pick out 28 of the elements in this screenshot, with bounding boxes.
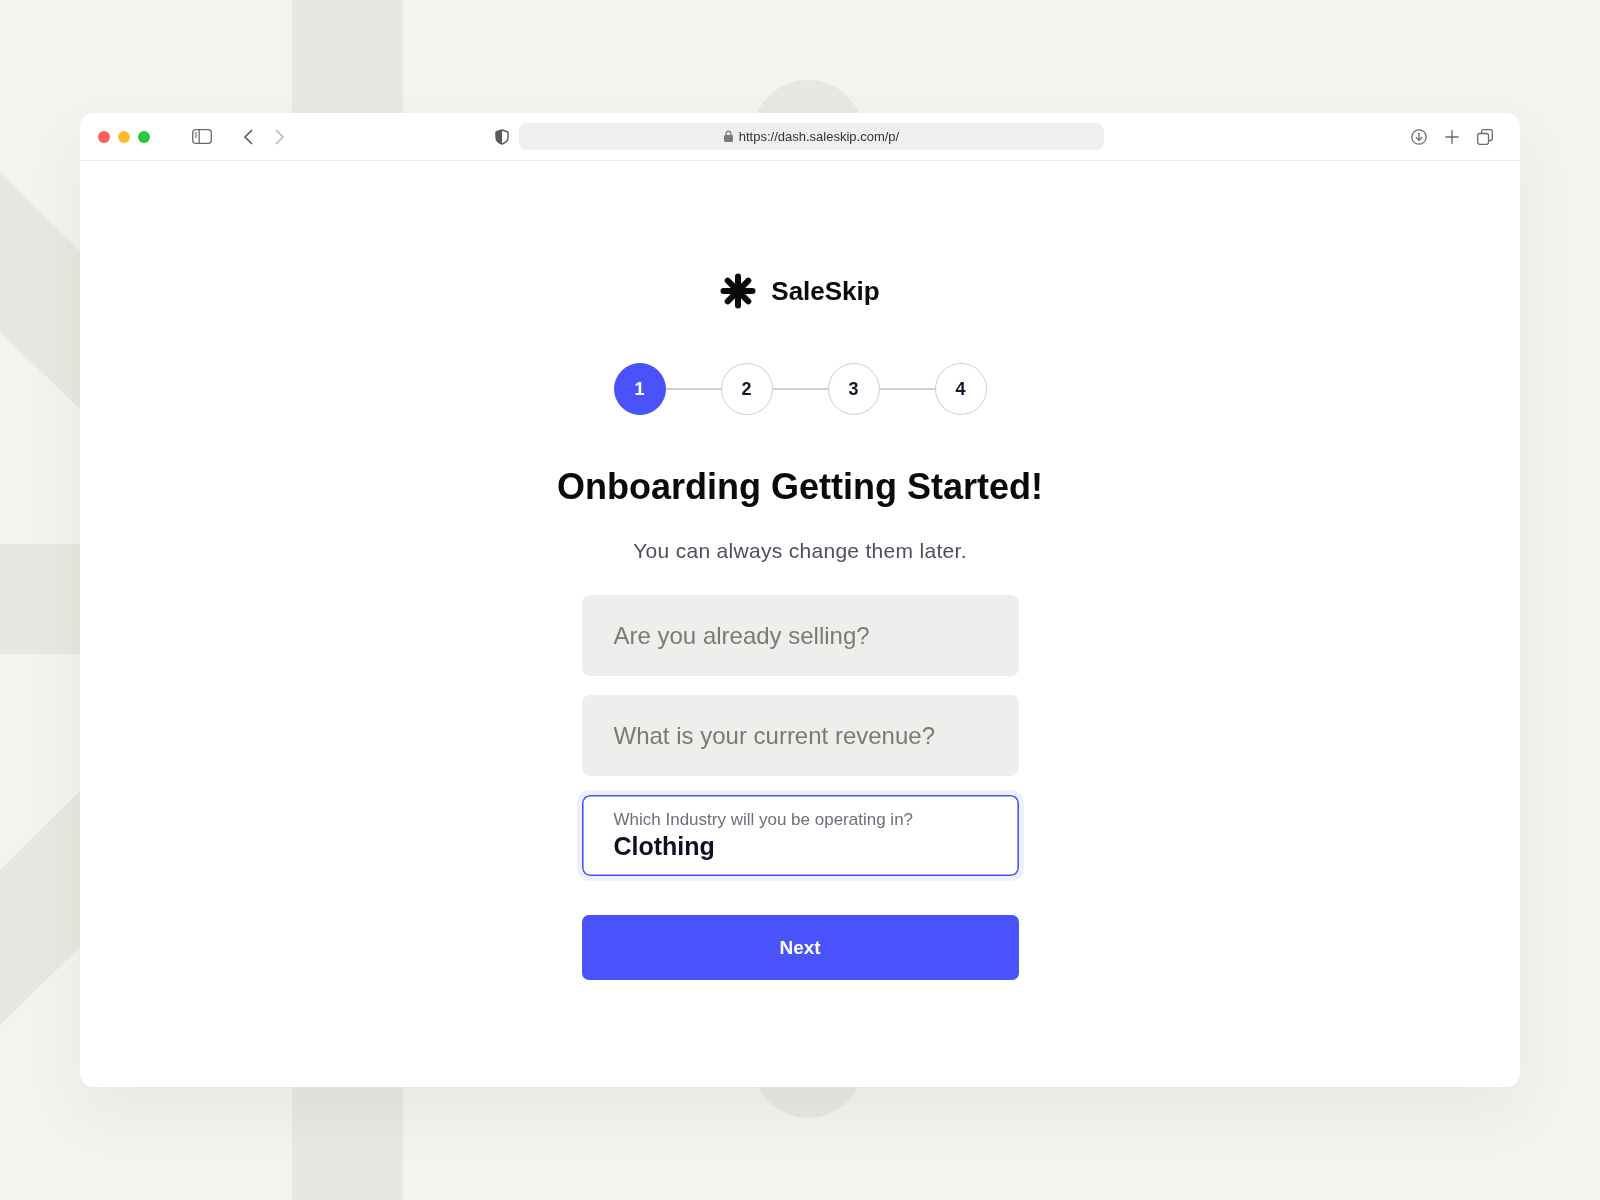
next-button[interactable]: Next — [581, 915, 1019, 980]
step-connector — [772, 388, 828, 390]
text-input[interactable]: Are you already selling? — [613, 620, 987, 651]
field-label: Which Industry will you be operating in? — [613, 809, 914, 830]
plus-icon[interactable] — [1445, 129, 1459, 144]
step-indicator: 1 — [613, 363, 666, 415]
shield-icon[interactable] — [495, 128, 509, 145]
address-bar[interactable]: https://dash.saleskip.com/p/ — [519, 123, 1104, 150]
page-heading: Onboarding Getting Started! — [557, 465, 1043, 509]
page-subtitle: You can always change them later. — [633, 538, 967, 564]
chevron-left-icon[interactable] — [243, 128, 253, 145]
step-indicator: 2 — [720, 363, 773, 415]
input-field[interactable]: Are you already selling? — [581, 595, 1019, 676]
input-field[interactable]: What is your current revenue? — [581, 695, 1019, 776]
step-connector — [879, 388, 935, 390]
sidebar-icon[interactable] — [192, 129, 212, 144]
lock-icon — [723, 130, 733, 142]
asterisk-logo-icon — [720, 273, 757, 309]
input-field[interactable]: Which Industry will you be operating in? Clothing — [576, 790, 1024, 881]
download-icon[interactable] — [1411, 128, 1427, 145]
step-indicator: 4 — [934, 363, 987, 415]
text-input[interactable]: What is your current revenue? — [613, 720, 987, 751]
step-connector — [665, 388, 721, 390]
text-input[interactable]: Clothing — [613, 831, 987, 862]
brand-name: SaleSkip — [771, 275, 880, 307]
step-indicator: 3 — [827, 363, 880, 415]
window-close-icon[interactable] — [98, 130, 110, 143]
overlapping-squares-icon[interactable] — [1477, 128, 1493, 145]
